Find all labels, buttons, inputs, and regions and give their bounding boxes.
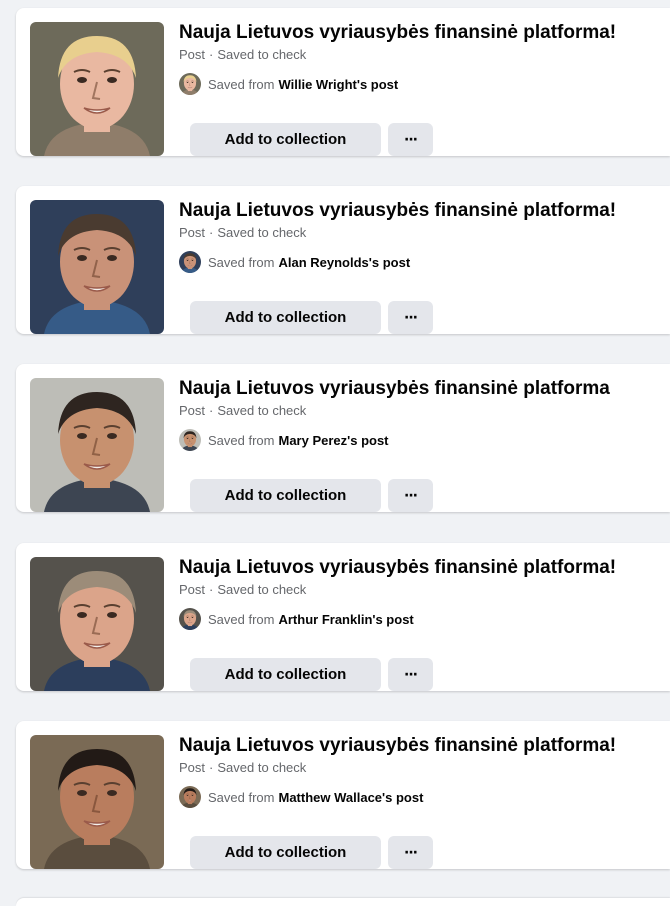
post-thumbnail[interactable]: [30, 200, 164, 334]
more-icon: ···: [404, 844, 418, 861]
post-title[interactable]: Nauja Lietuvos vyriausybės finansinė pla…: [179, 556, 616, 580]
more-icon: ···: [404, 666, 418, 683]
saved-to-prefix: Saved to: [217, 403, 269, 418]
add-to-collection-button[interactable]: Add to collection: [190, 123, 381, 156]
author-avatar[interactable]: [179, 608, 201, 630]
post-type-label: Post: [179, 225, 206, 240]
meta-separator: ·: [209, 403, 214, 418]
saved-from-author-link[interactable]: Arthur Franklin's post: [278, 612, 413, 627]
post-title[interactable]: Nauja Lietuvos vyriausybės finansinė pla…: [179, 377, 610, 401]
meta-separator: ·: [209, 225, 214, 240]
post-meta: Post · Saved to check: [179, 403, 306, 419]
collection-name[interactable]: check: [272, 403, 306, 418]
author-avatar[interactable]: [179, 429, 201, 451]
post-meta: Post · Saved to check: [179, 47, 306, 63]
post-type-label: Post: [179, 403, 206, 418]
author-avatar[interactable]: [179, 786, 201, 808]
more-icon: ···: [404, 487, 418, 504]
collection-name[interactable]: check: [272, 225, 306, 240]
add-to-collection-button[interactable]: Add to collection: [190, 658, 381, 691]
more-options-button[interactable]: ···: [388, 836, 433, 869]
add-to-collection-button[interactable]: Add to collection: [190, 479, 381, 512]
saved-to-prefix: Saved to: [217, 225, 269, 240]
post-type-label: Post: [179, 47, 206, 62]
saved-from-prefix: Saved from: [208, 254, 275, 270]
saved-from-row: Saved from Mary Perez's post: [179, 428, 389, 452]
next-card-edge: [16, 898, 670, 906]
saved-items-list: Nauja Lietuvos vyriausybės finansinė pla…: [0, 0, 670, 903]
saved-from-row: Saved from Arthur Franklin's post: [179, 607, 414, 631]
saved-from-author-link[interactable]: Matthew Wallace's post: [278, 790, 423, 805]
saved-to-prefix: Saved to: [217, 582, 269, 597]
more-options-button[interactable]: ···: [388, 123, 433, 156]
saved-from-author-link[interactable]: Mary Perez's post: [278, 433, 388, 448]
post-meta: Post · Saved to check: [179, 225, 306, 241]
post-type-label: Post: [179, 582, 206, 597]
post-type-label: Post: [179, 760, 206, 775]
saved-from-prefix: Saved from: [208, 432, 275, 448]
more-options-button[interactable]: ···: [388, 479, 433, 512]
post-thumbnail[interactable]: [30, 378, 164, 512]
saved-from-author-link[interactable]: Alan Reynolds's post: [278, 255, 410, 270]
saved-item-card[interactable]: Nauja Lietuvos vyriausybės finansinė pla…: [16, 721, 670, 869]
author-avatar[interactable]: [179, 73, 201, 95]
post-title[interactable]: Nauja Lietuvos vyriausybės finansinė pla…: [179, 199, 616, 223]
meta-separator: ·: [209, 582, 214, 597]
saved-to-prefix: Saved to: [217, 760, 269, 775]
saved-to-prefix: Saved to: [217, 47, 269, 62]
collection-name[interactable]: check: [272, 760, 306, 775]
more-options-button[interactable]: ···: [388, 301, 433, 334]
collection-name[interactable]: check: [272, 47, 306, 62]
saved-from-row: Saved from Matthew Wallace's post: [179, 785, 423, 809]
saved-from-row: Saved from Willie Wright's post: [179, 72, 398, 96]
author-avatar[interactable]: [179, 251, 201, 273]
saved-item-card[interactable]: Nauja Lietuvos vyriausybės finansinė pla…: [16, 364, 670, 512]
saved-item-card[interactable]: Nauja Lietuvos vyriausybės finansinė pla…: [16, 8, 670, 156]
more-icon: ···: [404, 309, 418, 326]
more-icon: ···: [404, 131, 418, 148]
saved-item-card[interactable]: Nauja Lietuvos vyriausybės finansinė pla…: [16, 186, 670, 334]
post-title[interactable]: Nauja Lietuvos vyriausybės finansinė pla…: [179, 734, 616, 758]
post-thumbnail[interactable]: [30, 22, 164, 156]
collection-name[interactable]: check: [272, 582, 306, 597]
saved-item-card[interactable]: Nauja Lietuvos vyriausybės finansinė pla…: [16, 543, 670, 691]
post-meta: Post · Saved to check: [179, 582, 306, 598]
post-thumbnail[interactable]: [30, 557, 164, 691]
post-meta: Post · Saved to check: [179, 760, 306, 776]
post-title[interactable]: Nauja Lietuvos vyriausybės finansinė pla…: [179, 21, 616, 45]
meta-separator: ·: [209, 760, 214, 775]
saved-from-prefix: Saved from: [208, 789, 275, 805]
more-options-button[interactable]: ···: [388, 658, 433, 691]
saved-from-prefix: Saved from: [208, 611, 275, 627]
meta-separator: ·: [209, 47, 214, 62]
saved-from-row: Saved from Alan Reynolds's post: [179, 250, 410, 274]
saved-from-author-link[interactable]: Willie Wright's post: [278, 77, 398, 92]
post-thumbnail[interactable]: [30, 735, 164, 869]
add-to-collection-button[interactable]: Add to collection: [190, 301, 381, 334]
add-to-collection-button[interactable]: Add to collection: [190, 836, 381, 869]
saved-from-prefix: Saved from: [208, 76, 275, 92]
